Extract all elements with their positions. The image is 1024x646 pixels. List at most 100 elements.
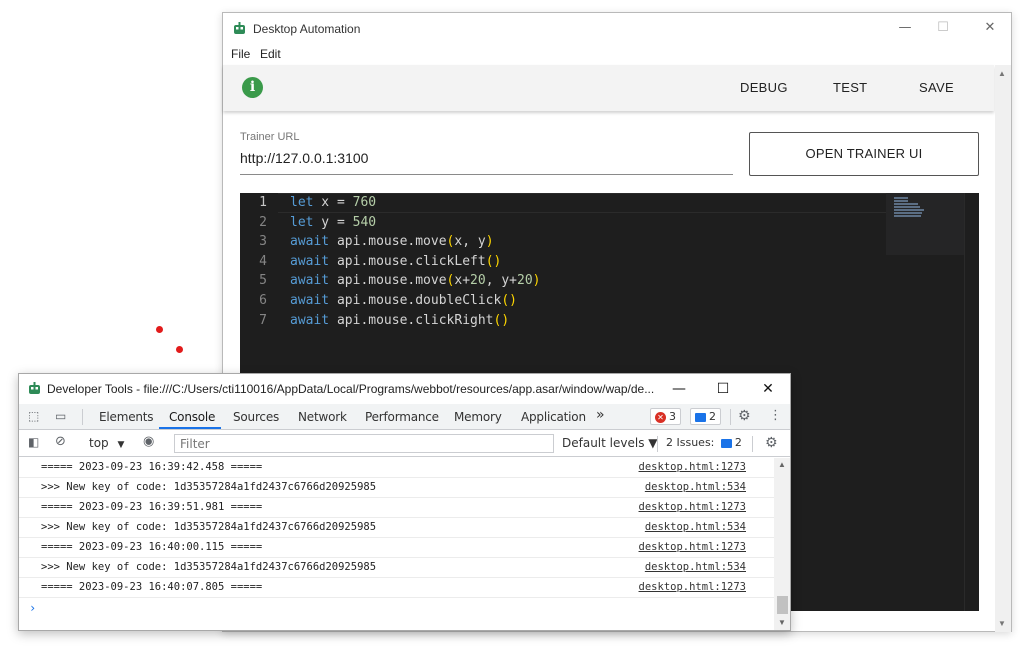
- devtools-maximize-button[interactable]: ☐: [713, 379, 733, 399]
- console-filter-bar: ◧ ⊘ top ▼ ◉ Filter Default levels ▼ 2 Is…: [19, 430, 790, 457]
- console-log-row: ===== 2023-09-23 16:39:51.981 ===== deskt…: [19, 498, 774, 518]
- more-tabs-icon[interactable]: »: [596, 407, 605, 423]
- device-toolbar-icon[interactable]: ▭: [55, 409, 66, 423]
- errors-count: 3: [669, 410, 676, 423]
- log-source-link[interactable]: desktop.html:534: [645, 478, 746, 497]
- tab-network[interactable]: Network: [298, 410, 347, 424]
- close-button[interactable]: ✕: [981, 19, 999, 37]
- chevron-down-icon: ▼: [117, 440, 125, 450]
- code-line: 2 let y = 540: [240, 213, 880, 233]
- inspect-element-icon[interactable]: ⬚: [28, 409, 39, 423]
- tab-performance[interactable]: Performance: [365, 410, 439, 424]
- devtools-minimize-button[interactable]: —: [669, 379, 689, 399]
- log-source-link[interactable]: desktop.html:1273: [639, 458, 746, 477]
- robot-icon: [234, 22, 245, 34]
- line-code: await api.mouse.move(x, y): [290, 234, 494, 250]
- code-line: 5 await api.mouse.move(x+20, y+20): [240, 271, 880, 291]
- log-message: >>> New key of code: 1d35357284a1fd2437c…: [41, 481, 377, 493]
- console-log-row: >>> New key of code: 1d35357284a1fd2437c…: [19, 478, 774, 498]
- log-source-link[interactable]: desktop.html:1273: [639, 578, 746, 597]
- code-line: 4 await api.mouse.clickLeft(): [240, 252, 880, 272]
- devtools-tabbar: ⬚ ▭ Elements Console Sources Network Per…: [19, 404, 790, 430]
- scroll-up-arrow-icon[interactable]: ▲: [778, 460, 786, 469]
- settings-gear-icon[interactable]: ⚙: [738, 408, 751, 424]
- log-source-link[interactable]: desktop.html:1273: [639, 538, 746, 557]
- tab-application[interactable]: Application: [521, 410, 586, 424]
- divider: [752, 436, 753, 452]
- maximize-button[interactable]: ☐: [934, 19, 952, 37]
- log-message: ===== 2023-09-23 16:39:51.981 =====: [41, 501, 263, 513]
- line-code: await api.mouse.clickRight(): [290, 312, 510, 328]
- log-source-link[interactable]: desktop.html:534: [645, 558, 746, 577]
- info-icon[interactable]: i: [242, 77, 263, 98]
- app-scrollbar[interactable]: ▲ ▼: [995, 65, 1011, 632]
- minimize-button[interactable]: —: [896, 19, 914, 37]
- log-source-link[interactable]: desktop.html:534: [645, 518, 746, 537]
- active-tab-indicator: [159, 427, 221, 429]
- devtools-titlebar: Developer Tools - file:///C:/Users/cti11…: [19, 374, 790, 404]
- console-settings-gear-icon[interactable]: ⚙: [765, 435, 778, 451]
- app-toolbar: i DEBUG TEST SAVE: [223, 65, 994, 111]
- scroll-down-arrow-icon[interactable]: ▼: [998, 619, 1006, 628]
- filter-input[interactable]: Filter: [174, 434, 554, 453]
- divider: [657, 436, 658, 452]
- errors-badge[interactable]: ✕ 3: [650, 408, 681, 425]
- log-source-link[interactable]: desktop.html:1273: [639, 498, 746, 517]
- context-select[interactable]: top ▼: [89, 436, 124, 450]
- line-code: let y = 540: [290, 214, 377, 230]
- issues-count: 2: [734, 436, 742, 449]
- sidebar-toggle-icon[interactable]: ◧: [28, 435, 39, 449]
- live-expression-eye-icon[interactable]: ◉: [143, 434, 154, 449]
- trainer-url-input[interactable]: http://127.0.0.1:3100: [240, 149, 733, 175]
- test-button[interactable]: TEST: [833, 80, 867, 95]
- console-log-row: ===== 2023-09-23 16:40:00.115 ===== deskt…: [19, 538, 774, 558]
- log-message: >>> New key of code: 1d35357284a1fd2437c…: [41, 521, 377, 533]
- line-code: await api.mouse.doubleClick(): [290, 293, 517, 308]
- scroll-down-arrow-icon[interactable]: ▼: [778, 618, 786, 627]
- log-message: ===== 2023-09-23 16:40:00.115 =====: [41, 541, 263, 553]
- console-log-row: ===== 2023-09-23 16:39:42.458 ===== deskt…: [19, 458, 774, 478]
- debug-button[interactable]: DEBUG: [740, 80, 788, 95]
- log-levels-select[interactable]: Default levels ▼: [562, 436, 658, 450]
- line-number: 2: [259, 214, 267, 230]
- console-prompt[interactable]: ›: [29, 601, 36, 615]
- divider: [82, 409, 83, 425]
- menu-bar: File Edit: [223, 45, 1011, 65]
- open-trainer-ui-button[interactable]: OPEN TRAINER UI: [749, 132, 979, 176]
- tab-console[interactable]: Console: [169, 410, 215, 424]
- menu-file[interactable]: File: [231, 47, 250, 61]
- click-marker: [156, 326, 163, 333]
- line-code: let x = 760: [290, 195, 377, 210]
- more-options-icon[interactable]: ⋮: [769, 408, 782, 423]
- messages-badge[interactable]: 2: [690, 408, 721, 425]
- code-line: 1 let x = 760: [240, 193, 880, 213]
- trainer-url-label: Trainer URL: [240, 131, 300, 143]
- click-marker: [176, 346, 183, 353]
- tab-elements[interactable]: Elements: [99, 410, 154, 424]
- tab-memory[interactable]: Memory: [454, 410, 502, 424]
- clear-console-icon[interactable]: ⊘: [55, 434, 66, 449]
- divider: [730, 409, 731, 425]
- line-number: 6: [259, 293, 267, 308]
- line-code: await api.mouse.move(x+20, y+20): [290, 273, 541, 289]
- tab-sources[interactable]: Sources: [233, 410, 279, 424]
- save-button[interactable]: SAVE: [919, 80, 954, 95]
- context-select-value: top: [89, 436, 109, 450]
- menu-edit[interactable]: Edit: [260, 47, 281, 61]
- line-number: 5: [259, 273, 267, 289]
- editor-scrollbar[interactable]: [964, 193, 979, 611]
- scrollbar-thumb[interactable]: [777, 596, 788, 614]
- code-line: 7 await api.mouse.clickRight(): [240, 311, 880, 331]
- line-number: 7: [259, 312, 267, 328]
- issues-button[interactable]: 2 Issues: 2: [662, 435, 746, 452]
- log-message: ===== 2023-09-23 16:40:07.805 =====: [41, 581, 263, 593]
- console-log-row: ===== 2023-09-23 16:40:07.805 ===== deskt…: [19, 578, 774, 598]
- devtools-close-button[interactable]: ✕: [758, 379, 778, 399]
- editor-minimap[interactable]: [886, 193, 964, 255]
- issues-label: 2 Issues:: [666, 436, 715, 449]
- devtools-window: Developer Tools - file:///C:/Users/cti11…: [18, 373, 791, 631]
- scroll-up-arrow-icon[interactable]: ▲: [998, 69, 1006, 78]
- code-line: 3 await api.mouse.move(x, y): [240, 232, 880, 252]
- line-code: await api.mouse.clickLeft(): [290, 253, 502, 269]
- console-scrollbar[interactable]: ▲ ▼: [774, 458, 790, 630]
